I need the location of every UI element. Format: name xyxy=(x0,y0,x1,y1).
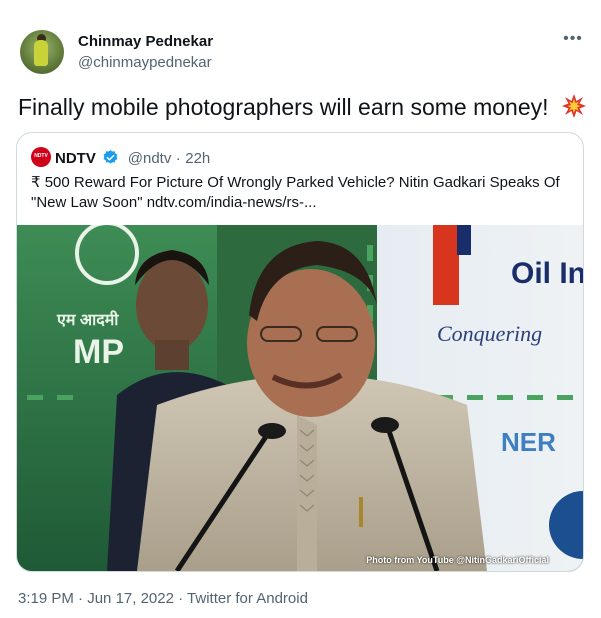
tweet-time[interactable]: 3:19 PM xyxy=(18,590,74,607)
author-name[interactable]: Chinmay Pednekar xyxy=(78,33,213,50)
tweet-text: Finally mobile photographers will earn s… xyxy=(18,93,587,121)
verified-badge-icon xyxy=(103,150,118,164)
meta-separator: · xyxy=(178,590,184,607)
quoted-tweet-header: NDTV NDTV @ndtv · 22h xyxy=(31,147,210,167)
ndtv-avatar[interactable]: NDTV xyxy=(31,147,51,167)
separator-dot: · xyxy=(175,150,181,167)
quoted-tweet-photo[interactable]: Oil In Conquering NER एम आदमी MP Photo f… xyxy=(17,225,583,571)
tweet-client[interactable]: Twitter for Android xyxy=(187,590,308,607)
tweet-date[interactable]: Jun 17, 2022 xyxy=(87,590,174,607)
avatar-body xyxy=(34,40,48,66)
backdrop-text-conquering: Conquering xyxy=(437,321,542,346)
quoted-author-handle[interactable]: @ndtv xyxy=(128,150,172,167)
author-avatar[interactable] xyxy=(20,30,64,74)
quoted-tweet-text: ₹ 500 Reward For Picture Of Wrongly Park… xyxy=(31,173,571,213)
backdrop-text-oil: Oil In xyxy=(511,257,583,290)
photo-credit: Photo from YouTube @NitinGadkariOfficial xyxy=(366,555,549,565)
quoted-author-name[interactable]: NDTV xyxy=(55,150,96,167)
backdrop-text-ner: NER xyxy=(501,427,556,457)
quoted-tweet[interactable]: NDTV NDTV @ndtv · 22h ₹ 500 Reward For Pi… xyxy=(16,132,584,572)
quoted-text-line-2[interactable]: "New Law Soon" ndtv.com/india-news/rs-..… xyxy=(31,193,571,213)
ndtv-logo-text: NDTV xyxy=(34,153,48,159)
collision-icon xyxy=(561,94,586,118)
tweet-metadata: 3:19 PM · Jun 17, 2022 · Twitter for And… xyxy=(18,590,308,607)
tweet-body: Finally mobile photographers will earn s… xyxy=(18,94,549,120)
backdrop-text-hindi: एम आदमी xyxy=(56,310,119,329)
quoted-tweet-time[interactable]: 22h xyxy=(185,150,210,167)
tweet-card: Chinmay Pednekar @chinmaypednekar ••• Fi… xyxy=(0,0,601,618)
quoted-text-line-1: ₹ 500 Reward For Picture Of Wrongly Park… xyxy=(31,174,560,191)
more-horizontal-icon[interactable]: ••• xyxy=(560,30,586,50)
meta-separator: · xyxy=(78,590,84,607)
photo-scene: Oil In Conquering NER एम आदमी MP xyxy=(17,225,583,571)
author-handle[interactable]: @chinmaypednekar xyxy=(78,54,212,71)
backdrop-text-mp: MP xyxy=(73,333,124,371)
